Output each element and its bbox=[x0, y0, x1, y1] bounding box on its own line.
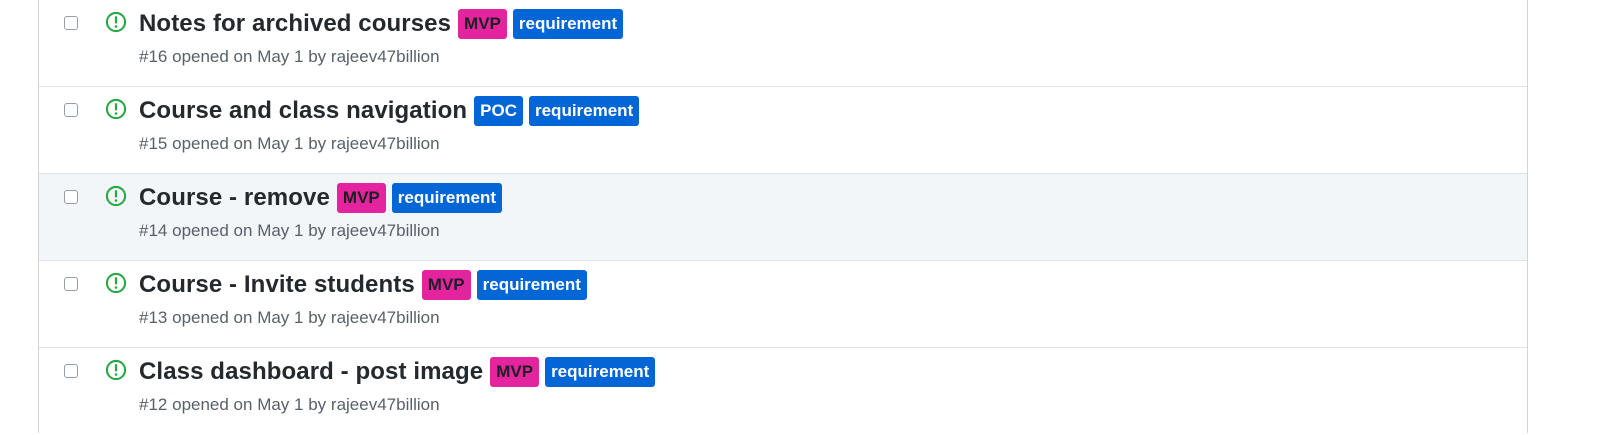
issue-title-link[interactable]: Notes for archived courses bbox=[139, 10, 451, 38]
issue-number: #12 bbox=[139, 395, 168, 414]
issue-author-link[interactable]: rajeev47billion bbox=[331, 308, 440, 327]
issue-number: #13 bbox=[139, 308, 168, 327]
label-mvp[interactable]: MVP bbox=[421, 270, 471, 300]
label-mvp[interactable]: MVP bbox=[490, 357, 540, 387]
issue-opened-text: opened on May 1 by bbox=[172, 395, 327, 414]
issue-number: #14 bbox=[139, 221, 168, 240]
label-mvp[interactable]: MVP bbox=[336, 183, 386, 213]
issue-number: #15 bbox=[139, 134, 168, 153]
issue-opened-text: opened on May 1 by bbox=[172, 221, 327, 240]
label-mvp[interactable]: MVP bbox=[458, 9, 507, 39]
issue-title-link[interactable]: Course - remove bbox=[139, 184, 330, 212]
issue-author-link[interactable]: rajeev47billion bbox=[331, 395, 440, 414]
label-poc[interactable]: POC bbox=[474, 96, 523, 126]
issue-list: Notes for archived courses MVP requireme… bbox=[38, 0, 1528, 435]
issue-title-line: Class dashboard - post image MVP require… bbox=[139, 357, 656, 387]
issue-opened-text: opened on May 1 by bbox=[172, 47, 327, 66]
issue-meta: #14 opened on May 1 by rajeev47billion bbox=[139, 221, 440, 241]
issue-opened-icon bbox=[105, 185, 127, 207]
issue-meta: #13 opened on May 1 by rajeev47billion bbox=[139, 308, 440, 328]
issue-opened-icon bbox=[105, 359, 127, 381]
label-requirement[interactable]: requirement bbox=[512, 9, 624, 39]
issue-author-link[interactable]: rajeev47billion bbox=[331, 47, 440, 66]
issue-select-checkbox[interactable] bbox=[64, 190, 78, 204]
issue-opened-icon bbox=[105, 98, 127, 120]
issue-select-checkbox[interactable] bbox=[64, 16, 78, 30]
issue-title-link[interactable]: Course and class navigation bbox=[139, 97, 467, 125]
issue-row[interactable]: Course - remove MVP requirement #14 open… bbox=[39, 174, 1527, 261]
label-requirement[interactable]: requirement bbox=[545, 357, 656, 387]
label-requirement[interactable]: requirement bbox=[528, 96, 640, 126]
label-requirement[interactable]: requirement bbox=[476, 270, 587, 300]
issue-opened-text: opened on May 1 by bbox=[172, 308, 327, 327]
issue-title-line: Course - Invite students MVP requirement bbox=[139, 270, 587, 300]
issue-number: #16 bbox=[139, 47, 168, 66]
issue-author-link[interactable]: rajeev47billion bbox=[331, 134, 440, 153]
issue-opened-icon bbox=[105, 272, 127, 294]
issue-select-checkbox[interactable] bbox=[64, 364, 78, 378]
issue-title-line: Course and class navigation POC requirem… bbox=[139, 96, 640, 126]
label-requirement[interactable]: requirement bbox=[391, 183, 502, 213]
issue-select-checkbox[interactable] bbox=[64, 103, 78, 117]
issue-row[interactable]: Course and class navigation POC requirem… bbox=[39, 87, 1527, 174]
issue-opened-text: opened on May 1 by bbox=[172, 134, 327, 153]
issue-row[interactable]: Class dashboard - post image MVP require… bbox=[39, 348, 1527, 435]
issue-meta: #15 opened on May 1 by rajeev47billion bbox=[139, 134, 440, 154]
issue-meta: #16 opened on May 1 by rajeev47billion bbox=[139, 47, 440, 67]
issue-meta: #12 opened on May 1 by rajeev47billion bbox=[139, 395, 440, 415]
issue-row[interactable]: Notes for archived courses MVP requireme… bbox=[39, 0, 1527, 87]
issue-select-checkbox[interactable] bbox=[64, 277, 78, 291]
issue-title-link[interactable]: Course - Invite students bbox=[139, 271, 415, 299]
issue-opened-icon bbox=[105, 11, 127, 33]
issue-row[interactable]: Course - Invite students MVP requirement… bbox=[39, 261, 1527, 348]
issue-title-line: Course - remove MVP requirement bbox=[139, 183, 502, 213]
issue-title-line: Notes for archived courses MVP requireme… bbox=[139, 9, 624, 39]
issue-title-link[interactable]: Class dashboard - post image bbox=[139, 358, 483, 386]
issue-author-link[interactable]: rajeev47billion bbox=[331, 221, 440, 240]
